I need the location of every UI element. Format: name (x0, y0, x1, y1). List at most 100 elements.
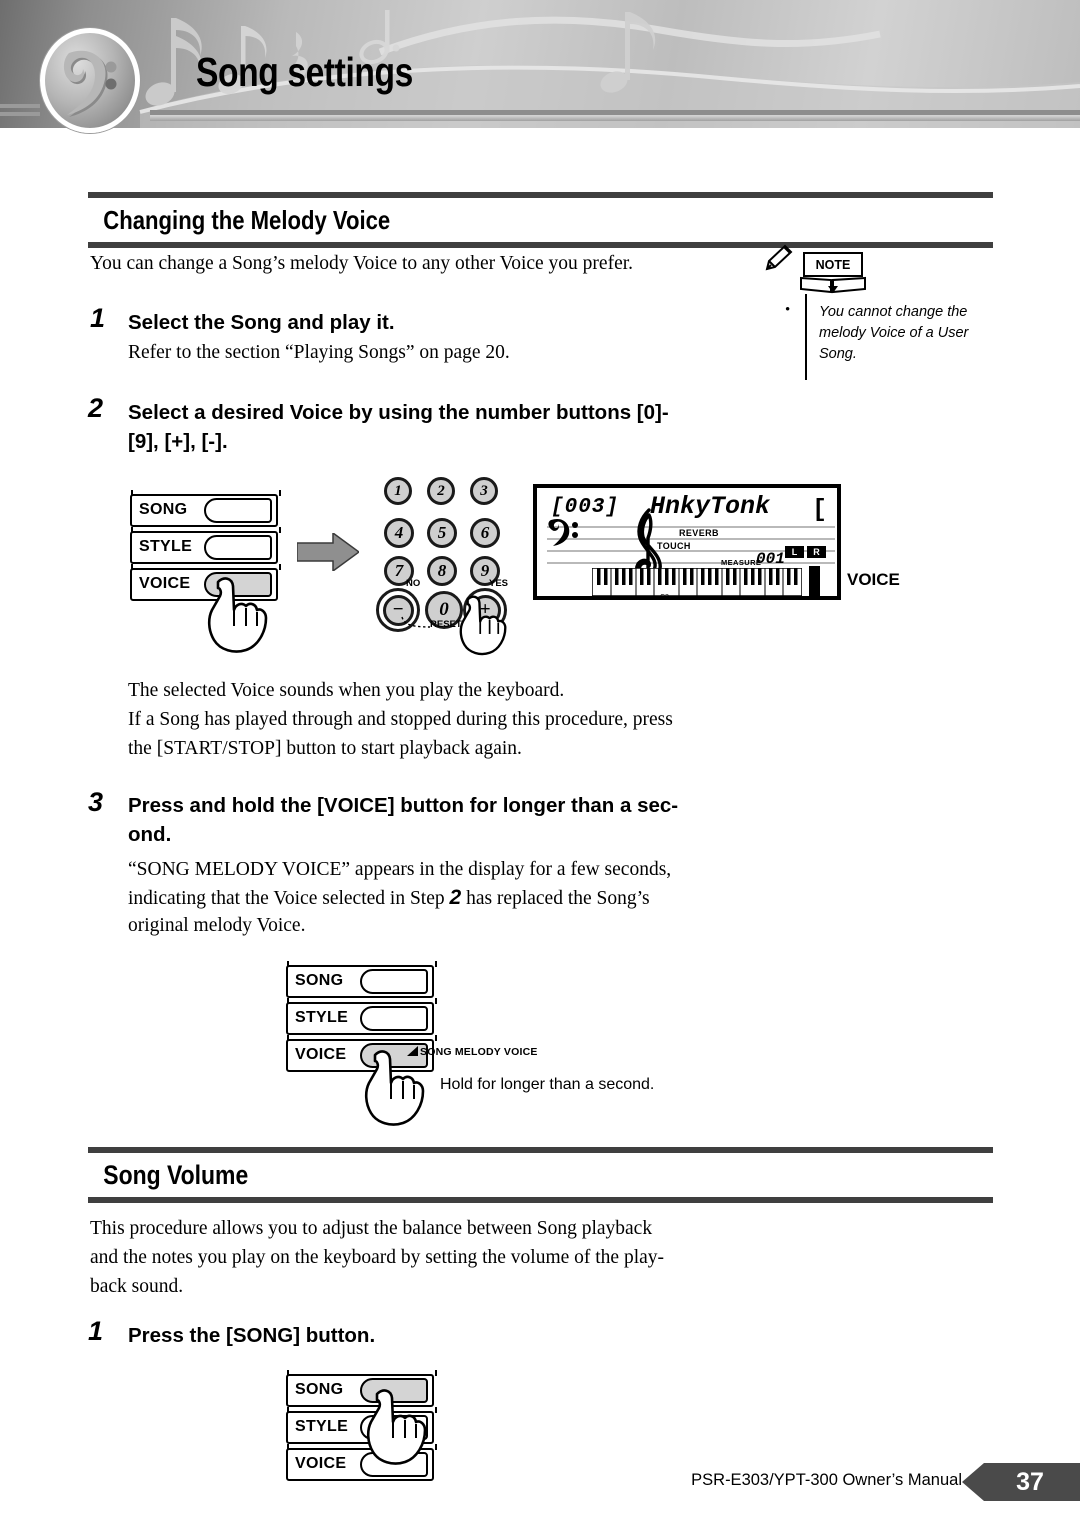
flow-arrow-icon (297, 533, 359, 571)
step-number-volume-1: 1 (88, 1316, 104, 1346)
section-title-2: Song Volume (103, 1160, 249, 1190)
song-button-label-step3: SONG (295, 972, 344, 989)
numpad-key-5[interactable]: 5 (427, 518, 457, 548)
section2-intro-line3: back sound. (90, 1276, 184, 1297)
step-body-3-line3: original melody Voice. (128, 915, 306, 936)
banner-underline (150, 110, 1080, 121)
song-button-row[interactable]: SONG (130, 490, 281, 527)
voice-button-label-vol: VOICE (295, 1455, 347, 1472)
footer-manual-title: PSR-E303/YPT-300 Owner’s Manual (691, 1471, 962, 1489)
step-number-1: 1 (90, 303, 106, 333)
style-button-label: STYLE (139, 538, 193, 555)
lcd-display: [003] HnkyTonk [ REVERB TOUCH MEASURE 00… (533, 484, 841, 601)
lcd-inner: [003] HnkyTonk [ REVERB TOUCH MEASURE 00… (537, 488, 837, 601)
section-rule-bottom (88, 242, 993, 248)
page-number-tag: 37 (962, 1463, 1080, 1501)
page-title: Song settings (196, 49, 413, 95)
callout-marker-1: 1 (384, 477, 412, 505)
numpad-key-8[interactable]: 8 (427, 556, 457, 586)
bass-clef-icon-lcd (548, 518, 578, 546)
numpad-key-4[interactable]: 4 (384, 518, 414, 548)
page-number: 37 (1016, 1467, 1044, 1496)
step-body-3-line2-part-a: indicating that the Voice selected in St… (128, 888, 450, 909)
style-button-row-step3[interactable]: STYLE (286, 998, 437, 1035)
style-button-key[interactable] (204, 535, 272, 560)
section-rule-bottom-2 (88, 1197, 993, 1203)
pointing-hand-icon (207, 577, 268, 653)
note-callout: NOTE • You cannot change the melody Voic… (765, 244, 1000, 380)
step-body-3-inline-step-number: 2 (449, 886, 462, 909)
step-number-3: 3 (88, 787, 104, 817)
style-button-label-step3: STYLE (295, 1009, 349, 1026)
numpad-key-6[interactable]: 6 (470, 518, 500, 548)
note-bullet: • (785, 302, 791, 318)
banner-stub-upper (0, 104, 40, 108)
song-button-label: SONG (139, 501, 188, 518)
section-heading-song-volume: Song Volume (88, 1147, 993, 1203)
step-body-2-line3: the [START/STOP] button to start playbac… (128, 738, 522, 759)
section2-intro-line1: This procedure allows you to adjust the … (90, 1218, 653, 1239)
style-button-row[interactable]: STYLE (130, 527, 281, 564)
music-note-icon (145, 18, 202, 106)
numpad-yes-label: YES (489, 578, 509, 589)
voice-button-label-step3: VOICE (295, 1046, 347, 1063)
lcd-level-bar (809, 566, 820, 596)
song-button-label-vol: SONG (295, 1381, 344, 1398)
open-book-icon (800, 276, 866, 294)
lcd-voice-name: HnkyTonk (650, 492, 771, 521)
step-body-2-line1: The selected Voice sounds when you play … (128, 680, 565, 701)
step-body-1: Refer to the section “Playing Songs” on … (128, 342, 510, 363)
lcd-c3-label: C3 (660, 594, 669, 601)
step-title-3-line2: ond. (128, 823, 172, 846)
step-title-2-line2: [9], [+], [-]. (128, 430, 228, 453)
lcd-voice-side-label: VOICE (847, 570, 900, 589)
section-intro-text: You can change a Song’s melody Voice to … (90, 253, 634, 274)
bass-clef-icon (63, 50, 117, 117)
lcd-touch-label: TOUCH (657, 541, 691, 551)
note-text: You cannot change the melody Voice of a … (819, 304, 969, 362)
numpad-no-label: NO (406, 578, 421, 589)
lcd-right-bracket: [ (811, 495, 827, 524)
callout-marker-3: 3 (470, 477, 498, 505)
step-title-volume-1: Press the [SONG] button. (128, 1324, 376, 1347)
callout-marker-icon (407, 1046, 418, 1056)
lcd-left-indicator: L (785, 546, 804, 558)
page-header-banner (0, 0, 1080, 128)
step-number-2: 2 (88, 393, 104, 423)
pointing-hand-icon-numpad (459, 595, 507, 656)
section2-intro-line2: and the notes you play on the keyboard b… (90, 1247, 665, 1268)
lcd-right-indicator: R (807, 546, 826, 558)
reset-leader-line (401, 616, 431, 628)
step-title-1: Select the Song and play it. (128, 311, 395, 334)
song-button-row-step3[interactable]: SONG (286, 961, 437, 998)
callout-marker-2: 2 (427, 477, 455, 505)
bass-clef-logo (40, 28, 140, 133)
numpad-zero-label: 0 (439, 599, 449, 620)
step-body-2-line2: If a Song has played through and stopped… (128, 709, 673, 730)
song-button-key-step3[interactable] (360, 969, 428, 994)
step-title-3-line1: Press and hold the [VOICE] button for lo… (128, 794, 679, 817)
song-melody-voice-callout: SONG MELODY VOICE (420, 1046, 538, 1058)
note-stem (805, 294, 807, 380)
keyboard-range-graphic (592, 568, 802, 596)
hold-instruction-caption: Hold for longer than a second. (440, 1076, 655, 1093)
song-button-key[interactable] (204, 498, 272, 523)
step-body-3-line1: “SONG MELODY VOICE” appears in the displ… (128, 859, 672, 880)
note-label: NOTE (803, 252, 863, 277)
lcd-measure-value: 001 (756, 550, 785, 568)
section-heading-melody-voice: Changing the Melody Voice (88, 192, 993, 248)
step-title-2-line1: Select a desired Voice by using the numb… (128, 401, 669, 424)
section-title: Changing the Melody Voice (103, 205, 391, 235)
banner-stub-lower (0, 112, 40, 116)
step-body-3-line2-part-b: has replaced the Song’s (461, 888, 650, 909)
style-button-key-step3[interactable] (360, 1006, 428, 1031)
lcd-reverb-label: REVERB (679, 528, 719, 538)
staff-line-4 (547, 562, 835, 564)
banner-decoration (139, 10, 1080, 128)
style-button-label-vol: STYLE (295, 1418, 349, 1435)
staff-line-2 (547, 538, 835, 540)
pointing-hand-icon-volume (366, 1389, 427, 1465)
step-body-3-line2: indicating that the Voice selected in St… (128, 884, 848, 912)
pencil-icon (765, 244, 793, 271)
voice-button-label: VOICE (139, 575, 191, 592)
